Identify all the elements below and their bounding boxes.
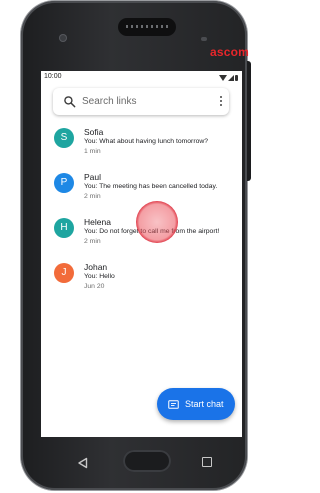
message-preview: You: Do not forget to call me from the a… <box>84 228 220 235</box>
contact-name: Paul <box>84 172 102 182</box>
contact-name: Helena <box>84 217 111 227</box>
recent-apps-icon[interactable] <box>202 457 212 467</box>
search-input[interactable] <box>82 93 202 110</box>
message-preview: You: Hello <box>84 273 115 280</box>
wifi-icon <box>219 75 227 81</box>
more-options-icon[interactable] <box>219 96 223 108</box>
conversation-item-paul[interactable]: P Paul You: The meeting has been cancell… <box>41 168 242 213</box>
back-icon[interactable] <box>77 457 89 469</box>
brand-logo: ascom <box>210 45 250 59</box>
status-time: 10:00 <box>44 73 62 80</box>
status-icons <box>219 73 238 81</box>
status-bar: 10:00 <box>41 71 242 83</box>
conversation-item-helena[interactable]: H Helena You: Do not forget to call me f… <box>41 213 242 258</box>
avatar: J <box>54 263 74 283</box>
message-time: 1 min <box>84 148 101 155</box>
speaker-grille <box>126 25 168 28</box>
conversation-list: S Sofia You: What about having lunch tom… <box>41 123 242 303</box>
message-time: 2 min <box>84 193 101 200</box>
message-preview: You: The meeting has been cancelled toda… <box>84 183 218 190</box>
conversation-item-sofia[interactable]: S Sofia You: What about having lunch tom… <box>41 123 242 168</box>
conversation-item-johan[interactable]: J Johan You: Hello Jun 20 <box>41 258 242 303</box>
navigation-bar <box>41 445 242 481</box>
proximity-sensor <box>201 37 207 41</box>
message-preview: You: What about having lunch tomorrow? <box>84 138 209 145</box>
signal-icon <box>228 75 234 81</box>
chat-icon <box>168 399 179 409</box>
avatar: S <box>54 128 74 148</box>
start-chat-label: Start chat <box>185 399 224 409</box>
battery-icon <box>235 75 238 81</box>
side-button <box>247 61 251 181</box>
front-camera <box>59 34 67 42</box>
message-time: 2 min <box>84 238 101 245</box>
contact-name: Johan <box>84 262 108 272</box>
avatar: P <box>54 173 74 193</box>
start-chat-button[interactable]: Start chat <box>157 388 235 420</box>
message-time: Jun 20 <box>84 283 105 290</box>
avatar: H <box>54 218 74 238</box>
contact-name: Sofia <box>84 127 104 137</box>
search-icon[interactable] <box>63 95 76 108</box>
home-button[interactable] <box>123 450 171 472</box>
phone-screen: 10:00 S Sofia You: What about having lun… <box>41 71 242 437</box>
search-bar[interactable] <box>53 88 229 115</box>
